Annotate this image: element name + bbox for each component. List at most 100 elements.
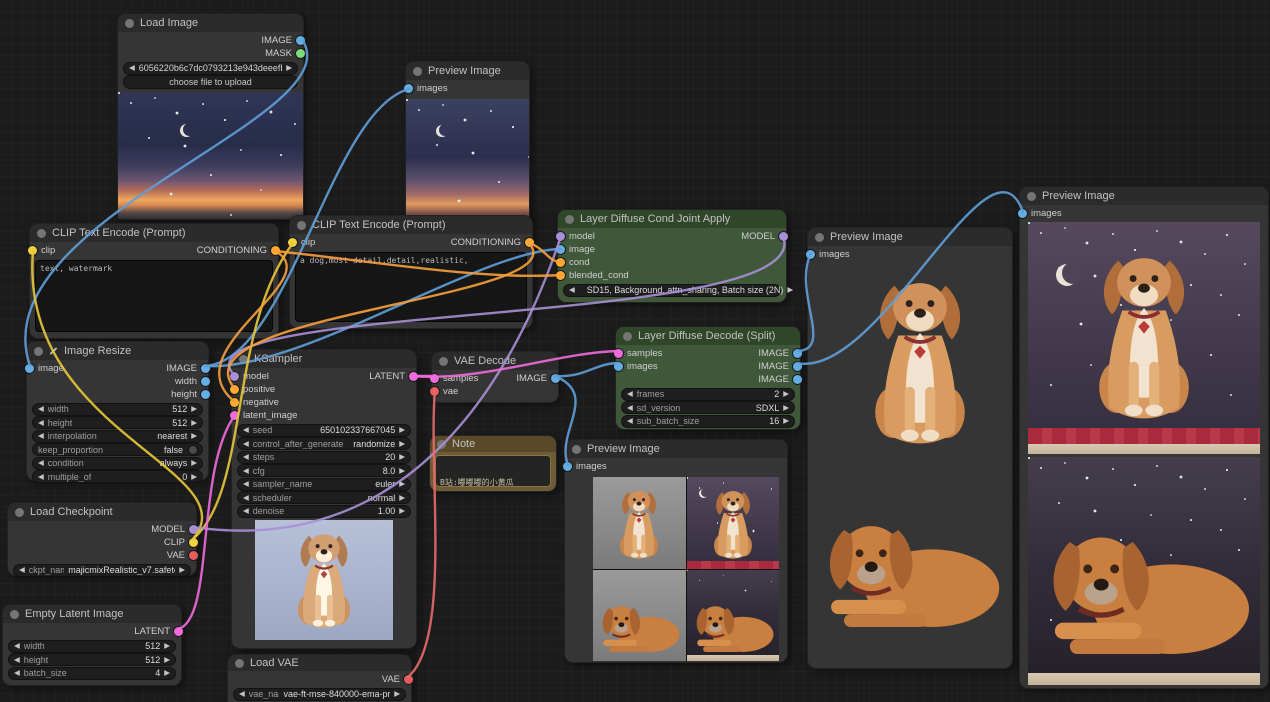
collapse-dot-icon[interactable] xyxy=(37,229,46,238)
next-arrow-icon[interactable]: ▶ xyxy=(191,419,197,427)
node-note[interactable]: Note B站:嘟嘟嘟的小黄瓜 知识星球:71297238 xyxy=(430,436,556,491)
vae-output-dot[interactable] xyxy=(189,551,198,560)
upload-button[interactable]: choose file to upload xyxy=(124,76,297,88)
collapse-dot-icon[interactable] xyxy=(623,332,632,341)
node-preview-image-grid[interactable]: Preview Image images xyxy=(565,440,787,662)
latent-output-dot[interactable] xyxy=(409,372,418,381)
images-input-dot[interactable] xyxy=(563,462,572,471)
node-layer-diffuse-cond-joint-apply[interactable]: Layer Diffuse Cond Joint Apply model MOD… xyxy=(558,210,786,302)
clip-input-dot[interactable] xyxy=(28,246,37,255)
image-output-dot[interactable] xyxy=(793,362,802,371)
width-widget[interactable]: ◀width512▶ xyxy=(33,404,202,415)
latent-image-input-dot[interactable] xyxy=(230,411,239,420)
vae-output-dot[interactable] xyxy=(404,675,413,684)
model-output-dot[interactable] xyxy=(779,232,788,241)
collapse-dot-icon[interactable] xyxy=(413,67,422,76)
prev-arrow-icon[interactable]: ◀ xyxy=(38,419,44,427)
prev-arrow-icon[interactable]: ◀ xyxy=(243,494,249,502)
clip-output-dot[interactable] xyxy=(189,538,198,547)
model-output-dot[interactable] xyxy=(189,525,198,534)
prev-arrow-icon[interactable]: ◀ xyxy=(243,507,249,515)
images-input[interactable]: images xyxy=(811,249,850,260)
steps-widget[interactable]: ◀steps20▶ xyxy=(238,452,410,463)
next-arrow-icon[interactable]: ▶ xyxy=(179,566,185,574)
latent-output[interactable]: LATENT xyxy=(369,371,413,382)
cfg-widget[interactable]: ◀cfg8.0▶ xyxy=(238,465,410,476)
image-input-dot[interactable] xyxy=(25,364,34,373)
latent-image-input[interactable]: latent_image xyxy=(235,410,297,421)
samples-input[interactable]: samples xyxy=(619,348,662,359)
prev-arrow-icon[interactable]: ◀ xyxy=(243,453,249,461)
image-input-dot[interactable] xyxy=(556,245,565,254)
next-arrow-icon[interactable]: ▶ xyxy=(164,642,170,650)
collapse-dot-icon[interactable] xyxy=(437,440,446,449)
toggle-dot-icon[interactable] xyxy=(189,446,197,454)
node-ksampler[interactable]: KSampler model LATENT positive negative … xyxy=(232,350,416,648)
frames-widget[interactable]: ◀frames2▶ xyxy=(622,389,794,400)
images-input-dot[interactable] xyxy=(1018,209,1027,218)
collapse-dot-icon[interactable] xyxy=(34,347,43,356)
prev-arrow-icon[interactable]: ◀ xyxy=(627,390,633,398)
next-arrow-icon[interactable]: ▶ xyxy=(164,656,170,664)
clip-input-dot[interactable] xyxy=(288,238,297,247)
image-output-dot[interactable] xyxy=(793,375,802,384)
images-input[interactable]: images xyxy=(568,461,607,472)
cond-input[interactable]: cond xyxy=(561,257,590,268)
latent-output-dot[interactable] xyxy=(174,627,183,636)
image-output-dot[interactable] xyxy=(793,349,802,358)
next-arrow-icon[interactable]: ▶ xyxy=(191,432,197,440)
images-input-dot[interactable] xyxy=(404,84,413,93)
node-title[interactable]: VAE Decode xyxy=(432,352,558,370)
model-input[interactable]: model xyxy=(561,231,595,242)
node-preview-image-foreground[interactable]: Preview Image images xyxy=(808,228,1012,668)
vae-input-dot[interactable] xyxy=(430,387,439,396)
batch-size-widget[interactable]: ◀batch_size4▶ xyxy=(9,668,175,679)
node-title[interactable]: Preview Image xyxy=(808,228,1012,246)
image-output-3[interactable]: IMAGE xyxy=(758,374,797,385)
node-title[interactable]: Preview Image xyxy=(1020,187,1268,205)
node-image-resize[interactable]: Image Resize image IMAGE width height ◀w… xyxy=(27,342,208,480)
seed-widget[interactable]: ◀seed650102337667045▶ xyxy=(238,425,410,436)
scheduler-widget[interactable]: ◀schedulernormal▶ xyxy=(238,492,410,503)
graph-canvas[interactable]: Load Image IMAGE MASK ◀6056220b6c7dc0793… xyxy=(0,0,1270,702)
prev-arrow-icon[interactable]: ◀ xyxy=(569,286,575,294)
vae-input[interactable]: vae xyxy=(435,386,458,397)
node-title[interactable]: Image Resize xyxy=(27,342,208,360)
node-title[interactable]: Load Checkpoint xyxy=(8,503,196,521)
images-input[interactable]: images xyxy=(409,83,448,94)
prompt-textarea[interactable]: a dog,most detail,detail,realistic, xyxy=(296,253,526,321)
model-output[interactable]: MODEL xyxy=(151,524,193,535)
collapse-dot-icon[interactable] xyxy=(297,221,306,230)
node-load-checkpoint[interactable]: Load Checkpoint MODEL CLIP VAE ◀ckpt_nam… xyxy=(8,503,196,575)
node-clip-text-encode-negative[interactable]: CLIP Text Encode (Prompt) clip CONDITION… xyxy=(30,224,278,338)
image-input[interactable]: image xyxy=(561,244,595,255)
multiple-of-widget[interactable]: ◀multiple_of0▶ xyxy=(33,471,202,482)
prev-arrow-icon[interactable]: ◀ xyxy=(38,459,44,467)
node-title[interactable]: Layer Diffuse Decode (Split) xyxy=(616,327,800,345)
height-output-dot[interactable] xyxy=(201,390,210,399)
width-output[interactable]: width xyxy=(175,376,205,387)
next-arrow-icon[interactable]: ▶ xyxy=(399,480,405,488)
next-arrow-icon[interactable]: ▶ xyxy=(191,405,197,413)
clip-output[interactable]: CLIP xyxy=(164,537,193,548)
next-arrow-icon[interactable]: ▶ xyxy=(399,494,405,502)
prev-arrow-icon[interactable]: ◀ xyxy=(38,432,44,440)
model-input[interactable]: model xyxy=(235,371,269,382)
model-output[interactable]: MODEL xyxy=(741,231,783,242)
node-title[interactable]: Preview Image xyxy=(406,62,529,80)
negative-input[interactable]: negative xyxy=(235,397,279,408)
prev-arrow-icon[interactable]: ◀ xyxy=(239,690,245,698)
image-output[interactable]: IMAGE xyxy=(166,363,205,374)
samples-input[interactable]: samples xyxy=(435,373,478,384)
node-empty-latent-image[interactable]: Empty Latent Image LATENT ◀width512▶ ◀he… xyxy=(3,605,181,685)
vae-name-combo[interactable]: ◀vae_namevae-ft-mse-840000-ema-pruned.ck… xyxy=(234,689,405,700)
vae-output[interactable]: VAE xyxy=(382,674,408,685)
prev-arrow-icon[interactable]: ◀ xyxy=(627,417,633,425)
node-clip-text-encode-positive[interactable]: CLIP Text Encode (Prompt) clip CONDITION… xyxy=(290,216,532,328)
positive-input[interactable]: positive xyxy=(235,384,275,395)
width-widget[interactable]: ◀width512▶ xyxy=(9,641,175,652)
image-output-dot[interactable] xyxy=(296,36,305,45)
images-input-dot[interactable] xyxy=(806,250,815,259)
mask-output[interactable]: MASK xyxy=(265,48,300,59)
positive-input-dot[interactable] xyxy=(230,385,239,394)
